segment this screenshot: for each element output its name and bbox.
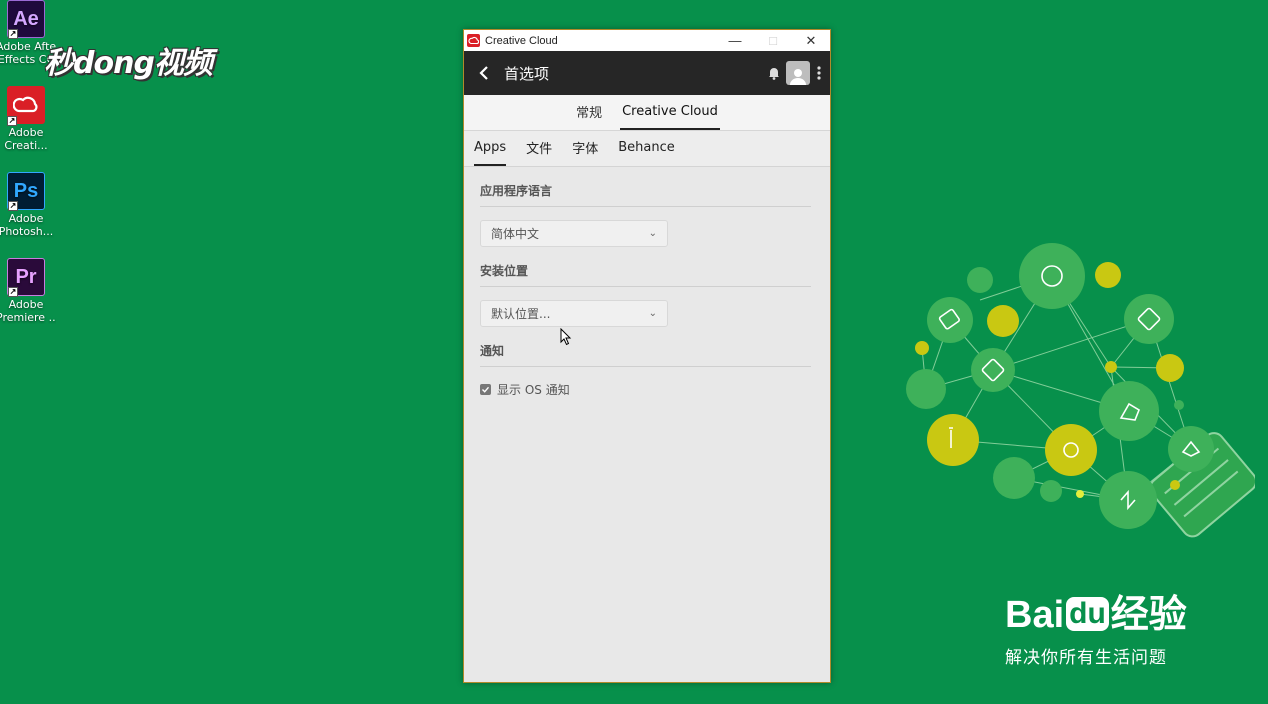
notifications-button[interactable]	[766, 66, 782, 80]
install-location-value: 默认位置...	[491, 307, 551, 321]
window-titlebar[interactable]: Creative Cloud — □ ✕	[464, 30, 830, 51]
bell-icon	[769, 68, 779, 80]
desktop-icon-photoshop[interactable]: Ps ↗ Adobe Photosh...	[0, 172, 56, 238]
install-location-heading: 安装位置	[480, 262, 811, 287]
chevron-left-icon	[479, 66, 488, 80]
avatar[interactable]	[786, 61, 810, 85]
more-options-button[interactable]	[810, 66, 828, 80]
window-title: Creative Cloud	[485, 34, 558, 47]
tab-apps[interactable]: Apps	[474, 131, 507, 166]
shortcut-arrow-icon: ↗	[8, 287, 18, 297]
tab-behance[interactable]: Behance	[618, 131, 675, 166]
tab-creative-cloud[interactable]: Creative Cloud	[620, 95, 720, 130]
creative-cloud-icon: ↗	[7, 86, 45, 126]
creative-cloud-app-icon	[467, 34, 480, 47]
creative-cloud-window: Creative Cloud — □ ✕ 首选项 常规 Creative Clo…	[463, 29, 831, 683]
os-notification-label: 显示 OS 通知	[497, 383, 570, 397]
tab-general[interactable]: 常规	[574, 95, 604, 130]
desktop-icon-creative-cloud[interactable]: ↗ Adobe Creati...	[0, 86, 56, 152]
mouse-cursor-icon	[560, 328, 572, 346]
shortcut-arrow-icon: ↗	[7, 116, 17, 126]
desktop-icon-premiere[interactable]: Pr ↗ Adobe Premiere ...	[0, 258, 56, 324]
baidu-brand: Bai du 经验	[1005, 594, 1187, 636]
sub-tabs: Apps 文件 字体 Behance	[464, 131, 830, 167]
desktop-icon-label: Creati...	[4, 139, 48, 152]
premiere-icon: Pr ↗	[7, 258, 45, 297]
photoshop-icon: Ps ↗	[7, 172, 45, 211]
desktop-icon-label: Photosh...	[0, 225, 54, 238]
chevron-down-icon: ⌄	[648, 308, 657, 319]
os-notification-checkbox[interactable]	[480, 384, 491, 395]
decorative-network-illustration	[906, 243, 1255, 538]
tab-fonts[interactable]: 字体	[572, 131, 598, 166]
shortcut-arrow-icon: ↗	[8, 29, 18, 39]
baidu-jingyan-watermark: Bai du 经验 解决你所有生活问题	[1005, 595, 1187, 668]
app-language-select[interactable]: 简体中文 ⌄	[480, 220, 668, 247]
preferences-header: 首选项	[464, 51, 830, 95]
desktop-icon-label: Adobe	[8, 126, 44, 139]
minimize-button[interactable]: —	[716, 30, 754, 51]
baidu-paw-icon: du	[1066, 597, 1109, 631]
top-tabs: 常规 Creative Cloud	[464, 95, 830, 131]
chevron-down-icon: ⌄	[648, 228, 657, 239]
checkmark-icon	[482, 386, 490, 393]
baidu-slogan: 解决你所有生活问题	[1005, 648, 1167, 667]
cc-logo-icon	[13, 96, 38, 113]
maximize-button: □	[769, 33, 777, 48]
back-button[interactable]	[479, 65, 499, 81]
desktop-icon-label: Adobe	[8, 212, 44, 225]
desktop-icon-label: Adobe	[8, 298, 44, 311]
user-icon	[790, 69, 806, 85]
app-language-heading: 应用程序语言	[480, 182, 811, 207]
close-button[interactable]: ✕	[792, 30, 830, 51]
desktop-icon-label: Premiere ...	[0, 311, 56, 324]
app-language-value: 简体中文	[491, 227, 540, 241]
shortcut-arrow-icon: ↗	[8, 201, 18, 211]
more-vertical-icon	[817, 66, 821, 80]
apps-settings-content: 应用程序语言 简体中文 ⌄ 安装位置 默认位置... ⌄ 通知 显示 OS 通知	[464, 182, 830, 398]
tab-files[interactable]: 文件	[526, 131, 552, 166]
install-location-select[interactable]: 默认位置... ⌄	[480, 300, 668, 327]
video-watermark: 秒dong视频	[44, 46, 213, 81]
page-title: 首选项	[504, 64, 550, 83]
after-effects-icon: Ae ↗	[7, 0, 45, 39]
os-notification-option[interactable]: 显示 OS 通知	[480, 381, 811, 398]
notifications-heading: 通知	[480, 342, 811, 367]
